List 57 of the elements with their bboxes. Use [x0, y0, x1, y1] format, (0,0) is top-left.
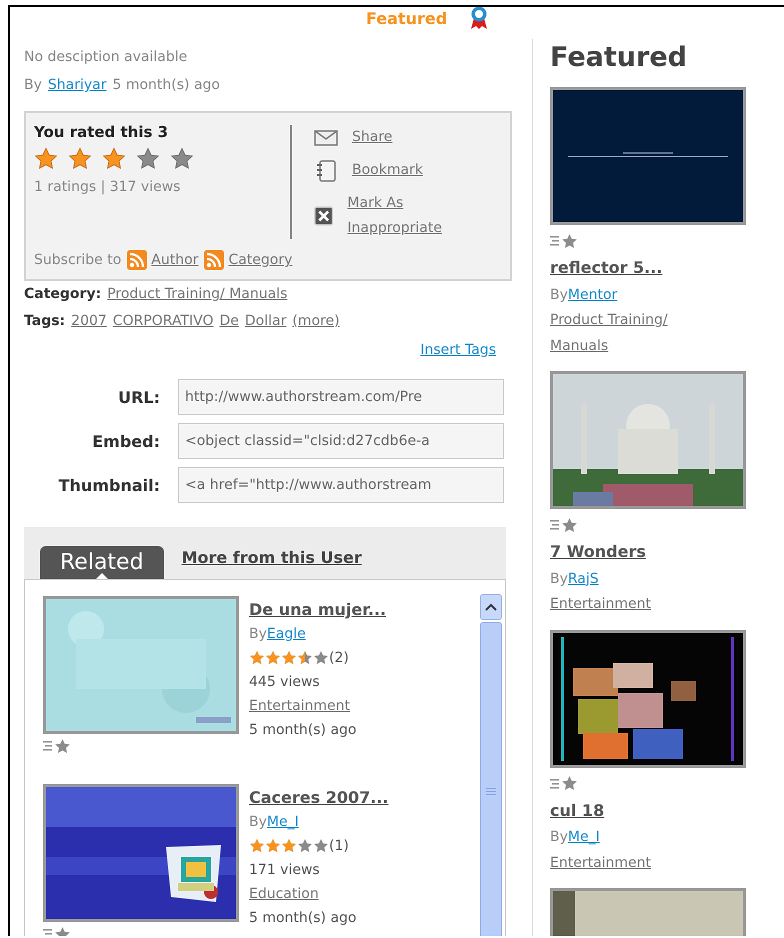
featured-heading: Featured [550, 41, 688, 75]
field-label: Embed: [91, 432, 160, 450]
share-link[interactable]: Share [352, 125, 392, 150]
tab[interactable]: More from this User [182, 548, 362, 566]
tag-link[interactable]: De [219, 308, 239, 335]
tab[interactable]: Related [40, 546, 164, 579]
by-label: By [550, 829, 568, 845]
by-label: By [24, 76, 42, 95]
tags-label: Tags: [24, 312, 66, 331]
presentation-title-link[interactable]: cul 18 [550, 800, 604, 820]
embed-code-field[interactable]: <a href="http://www.authorstream [178, 467, 504, 503]
topic-link[interactable]: Product Training/ Manuals [550, 308, 715, 359]
time-text: 5 month(s) ago [249, 721, 356, 740]
tag-link[interactable]: Dollar [244, 308, 286, 335]
more-tags-link[interactable]: (more) [292, 308, 340, 335]
by-label: By [249, 814, 267, 830]
time-text: 5 month(s) ago [112, 76, 220, 95]
topic-link[interactable]: Education [249, 882, 319, 906]
subscribe-link[interactable]: Category [228, 247, 292, 273]
by-label: By [249, 626, 267, 642]
rating-count: (1) [329, 837, 349, 856]
username-link[interactable]: Me_I [266, 814, 299, 830]
subscribe-link[interactable]: Author [151, 247, 198, 273]
username-link[interactable]: Eagle [266, 626, 306, 642]
presentation-title-link[interactable]: 7 Wonders [550, 542, 646, 561]
username-link[interactable]: Mentor [568, 286, 618, 302]
topic-link[interactable]: Entertainment [249, 694, 350, 718]
views-text: 171 views [249, 861, 320, 880]
topic-link[interactable]: Product Training/ Manuals [107, 281, 288, 308]
ratings-views-text: 1 ratings | 317 views [34, 179, 182, 195]
by-label: By [550, 570, 568, 586]
bookmark-link[interactable]: Bookmark [352, 158, 423, 183]
subscribe-label: Subscribe to [34, 251, 122, 270]
embed-code-field[interactable]: http://www.authorstream.com/Pre [178, 379, 504, 415]
flag-link[interactable]: Mark As Inappropriate [347, 191, 484, 241]
tag-link[interactable]: CORPORATIVO [112, 308, 214, 335]
topic-link[interactable]: Entertainment [550, 592, 652, 618]
by-label: By [550, 286, 568, 302]
description-text: No desciption available [24, 48, 188, 67]
embed-code-field[interactable]: <object classid="clsid:d27cdb6e-a [178, 423, 504, 459]
time-text: 5 month(s) ago [249, 909, 356, 928]
field-label: URL: [117, 388, 160, 406]
featured-label: Featured [366, 8, 448, 28]
tag-link[interactable]: 2007 [71, 308, 107, 335]
insert-tags-link[interactable]: Insert Tags [420, 342, 496, 358]
presentation-title-link[interactable]: Caceres 2007... [249, 786, 388, 810]
rating-count: (2) [329, 649, 349, 668]
field-label: Thumbnail: [58, 476, 160, 494]
username-link[interactable]: RajS [568, 570, 599, 586]
username-link[interactable]: Me_I [568, 829, 600, 845]
category-label: Category: [24, 285, 102, 304]
rating-title: You rated this 3 [34, 123, 170, 141]
username-link[interactable]: Shariyar [48, 71, 106, 99]
views-text: 445 views [249, 673, 320, 692]
presentation-title-link[interactable]: De una mujer... [249, 598, 386, 622]
topic-link[interactable]: Entertainment [550, 850, 652, 876]
presentation-title-link[interactable]: reflector 5... [550, 258, 662, 277]
